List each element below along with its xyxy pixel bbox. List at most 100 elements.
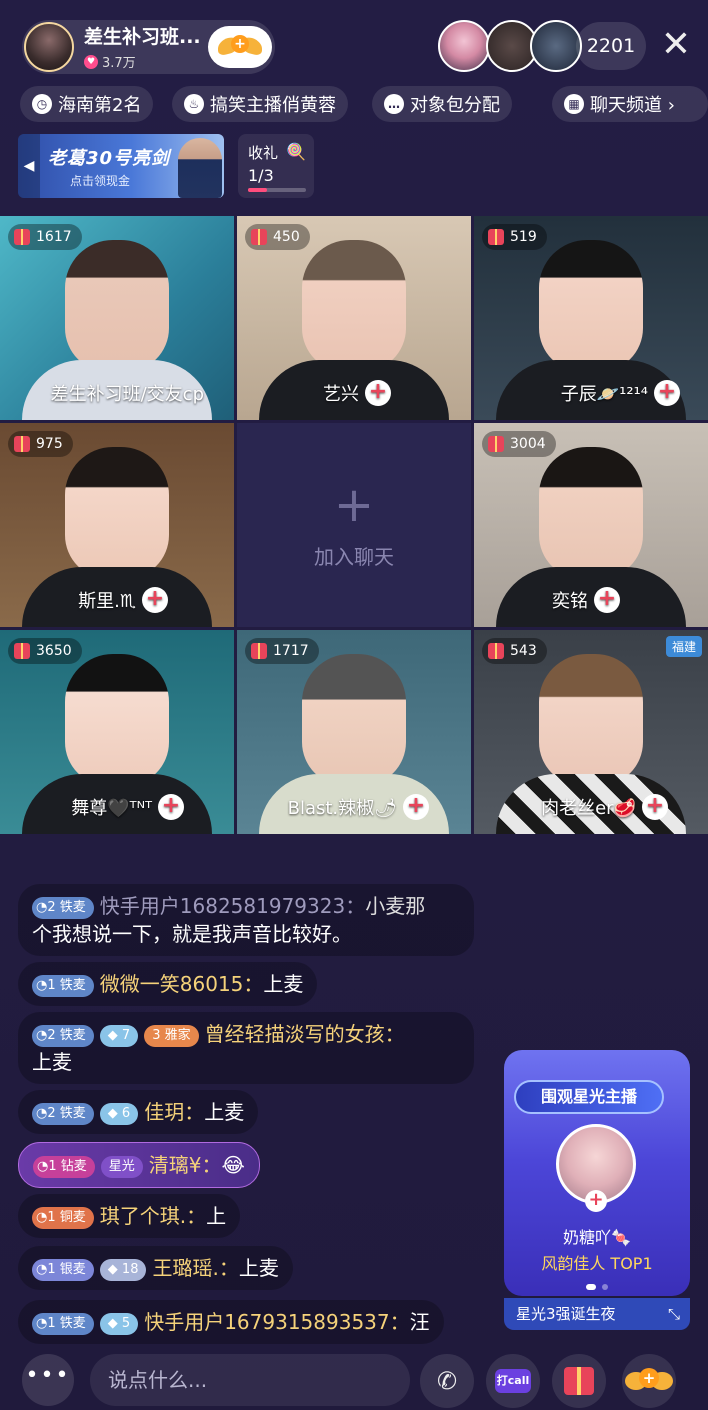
gem-badge: ◆ 5	[99, 1313, 139, 1335]
yajia-badge: 3 雅家	[144, 1025, 199, 1047]
gift-count: 3650	[36, 643, 72, 659]
mic-seat[interactable]: 1617 差生补习班/交友cp	[0, 216, 234, 420]
chat-message[interactable]: ◔ 1 铁麦 ◆ 5 快手用户1679315893537：汪	[18, 1300, 444, 1344]
mic-seat[interactable]: 3004 奕铭 +	[474, 423, 708, 627]
gift-count-badge: 450	[245, 224, 310, 250]
gift-icon	[14, 436, 30, 452]
participant-name-text: 差生补习班/交友cp	[50, 384, 204, 405]
clock-icon: ◷	[32, 94, 52, 114]
mic-level-badge: ◔ 1 铁麦	[32, 1313, 94, 1335]
add-follow-button[interactable]: +	[642, 794, 668, 820]
tag-label: 聊天频道 ›	[590, 95, 675, 116]
starlight-card-footer[interactable]: 星光3强诞生夜 ⤡	[504, 1298, 690, 1330]
chat-icon: …	[384, 94, 404, 114]
participant-name-text: 斯里.♏	[78, 591, 136, 612]
tag-label: 搞笑主播俏黄蓉	[210, 95, 336, 116]
mic-seat[interactable]: 3650 舞尊🖤ᵀᴺᵀ +	[0, 630, 234, 834]
promo-banner[interactable]: ◀ 老葛30号亮剑 点击领现金	[18, 134, 224, 198]
gift-count: 1717	[273, 643, 309, 659]
expand-icon[interactable]: ⤡	[668, 1298, 680, 1330]
chat-message[interactable]: ◔ 2 铁麦 ◆ 6 佳玥：上麦	[18, 1090, 259, 1134]
add-follow-button[interactable]: +	[365, 380, 391, 406]
add-follow-button[interactable]: +	[403, 794, 429, 820]
gift-progress[interactable]: 收礼 🍭 1/3	[238, 134, 314, 198]
promo-title: 老葛30号亮剑	[48, 148, 171, 169]
add-follow-button[interactable]: +	[594, 587, 620, 613]
participant-video	[539, 447, 643, 579]
call-button[interactable]: ✆	[420, 1354, 474, 1408]
viewer-avatar[interactable]	[438, 20, 490, 72]
tag-channel[interactable]: ▦ 聊天频道 ›	[552, 86, 708, 122]
gift-count-badge: 975	[8, 431, 73, 457]
region-badge: 福建	[665, 636, 702, 657]
participant-video	[302, 654, 406, 786]
participant-name: 子辰🪐¹²¹⁴ +	[561, 380, 680, 406]
mic-seat[interactable]: 543 福建 肉老丝er🥩 +	[474, 630, 708, 834]
chat-text: 小麦那	[365, 894, 426, 918]
gift-count: 975	[36, 436, 63, 452]
fan-club-button[interactable]: +	[622, 1354, 676, 1408]
tag-label: 海南第2名	[58, 95, 142, 116]
chat-username: 琪了个琪.：	[99, 1204, 207, 1228]
gift-count: 3004	[510, 436, 546, 452]
host-avatar[interactable]	[24, 22, 74, 72]
participant-name: Blast.辣椒🌶 +	[288, 794, 429, 820]
chat-message[interactable]: ◔ 1 铁麦 微微一笑86015：上麦	[18, 962, 318, 1006]
gift-count: 450	[273, 229, 300, 245]
chat-username: 曾经轻描淡写的女孩：	[204, 1022, 405, 1046]
gift-count-badge: 1617	[8, 224, 82, 250]
add-follow-button[interactable]: +	[654, 380, 680, 406]
cheer-icon: 打call	[495, 1369, 531, 1393]
gift-progress-bar	[248, 188, 306, 192]
chat-message[interactable]: ◔ 1 银麦 ◆ 18 王璐瑶.：上麦	[18, 1246, 293, 1290]
tag-match[interactable]: … 对象包分配	[372, 86, 512, 122]
comment-input[interactable]: 说点什么...	[90, 1354, 410, 1406]
add-follow-button[interactable]: +	[142, 587, 168, 613]
chat-message[interactable]: ◔ 1 铜麦 琪了个琪.：上	[18, 1194, 241, 1238]
participant-name: 艺兴 +	[323, 380, 391, 406]
mic-seat[interactable]: 519 子辰🪐¹²¹⁴ +	[474, 216, 708, 420]
promo-subtitle: 点击领现金	[70, 174, 131, 188]
participant-name-text: 舞尊🖤ᵀᴺᵀ	[71, 798, 152, 819]
add-follow-button[interactable]: +	[158, 794, 184, 820]
participant-name-text: Blast.辣椒🌶	[287, 798, 397, 819]
gift-progress-label: 收礼	[248, 144, 279, 162]
heart-icon: ♥	[84, 54, 98, 69]
join-chat-seat[interactable]: + 加入聊天	[237, 423, 471, 627]
gift-count-badge: 519	[482, 224, 547, 250]
viewer-avatar[interactable]	[530, 20, 582, 72]
tag-host[interactable]: ♨ 搞笑主播俏黄蓉	[172, 86, 348, 122]
mic-level-badge: ◔ 1 钻麦	[33, 1156, 95, 1178]
starlight-card-footer-label: 星光3强诞生夜	[516, 1305, 616, 1323]
chat-username: 佳玥：	[144, 1100, 205, 1124]
starlight-anchor-name: 奶糖吖🍬	[563, 1228, 631, 1247]
mic-seat[interactable]: 975 斯里.♏ +	[0, 423, 234, 627]
close-button[interactable]: ✕	[656, 26, 696, 66]
starlight-anchor-rank: 风韵佳人 TOP1	[541, 1254, 653, 1273]
chat-message[interactable]: ◔ 1 钻麦 星光 清璃¥：😂	[18, 1142, 260, 1188]
mic-seat[interactable]: 1717 Blast.辣椒🌶 +	[237, 630, 471, 834]
participant-video	[65, 447, 169, 579]
participant-name: 差生补习班/交友cp	[51, 380, 204, 406]
chevron-left-icon: ◀	[18, 134, 40, 198]
cheer-button[interactable]: 打call	[486, 1354, 540, 1408]
gift-button[interactable]	[552, 1354, 606, 1408]
gift-count-badge: 543	[482, 638, 547, 664]
chat-text: 上麦	[263, 972, 304, 996]
chat-text-line2: 上麦	[32, 1050, 72, 1074]
participant-video	[65, 240, 169, 372]
chat-username: 快手用户1679315893537：	[144, 1310, 410, 1334]
host-likes-count: 3.7万	[102, 56, 136, 71]
viewer-count[interactable]: 2201	[576, 22, 646, 70]
add-follow-button[interactable]: +	[585, 1190, 607, 1212]
more-button[interactable]: •••	[22, 1354, 74, 1406]
chat-message[interactable]: ◔ 2 铁麦 快手用户1682581979323：小麦那 个我想说一下，就是我声音比…	[18, 884, 474, 956]
mic-seat[interactable]: 450 艺兴 +	[237, 216, 471, 420]
mic-grid: 1617 差生补习班/交友cp 450 艺兴 + 519 子辰🪐¹²¹⁴ + 975…	[0, 216, 708, 834]
tag-rank[interactable]: ◷ 海南第2名	[20, 86, 154, 122]
header: 差生补习班... ♥ 3.7万 + 2201 ✕	[0, 0, 708, 88]
gift-icon	[488, 643, 504, 659]
chat-message[interactable]: ◔ 2 铁麦 ◆ 73 雅家 曾经轻描淡写的女孩： 上麦	[18, 1012, 474, 1084]
mic-level-badge: ◔ 1 铁麦	[32, 975, 94, 997]
follow-button[interactable]: +	[208, 26, 272, 68]
